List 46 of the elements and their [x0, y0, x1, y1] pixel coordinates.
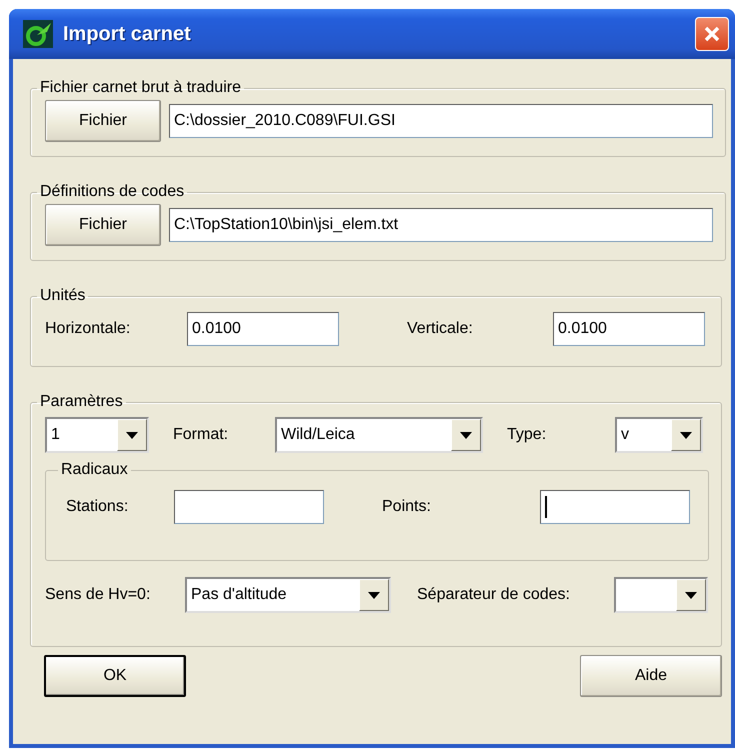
field-label: Points: [381, 498, 432, 516]
dropdown-arrow-icon [685, 592, 697, 598]
dropdown-value: v [620, 426, 630, 444]
window-title: Import carnet [63, 22, 192, 46]
dropdown[interactable]: Pas d'altitude [185, 577, 391, 613]
dropdown-value: 1 [50, 426, 61, 444]
dropdown-value: Wild/Leica [280, 426, 356, 444]
dropdown-arrow-icon [368, 592, 380, 598]
dropdown-button[interactable] [359, 579, 389, 611]
dropdown[interactable]: Wild/Leica [275, 417, 483, 453]
text-field[interactable] [174, 490, 324, 524]
field-label: Séparateur de codes: [416, 586, 571, 604]
dropdown-arrow-icon [126, 432, 138, 438]
dropdown-button[interactable] [676, 579, 706, 611]
ok-button[interactable]: OK [44, 655, 186, 697]
field-label: Verticale: [406, 320, 474, 338]
file-button[interactable]: Fichier [45, 100, 161, 142]
field-label: Sens de Hv=0: [45, 586, 152, 604]
dropdown-button[interactable] [117, 419, 147, 451]
group-label: Unités [39, 287, 86, 305]
dropdown-button[interactable] [451, 419, 481, 451]
close-icon [703, 25, 721, 43]
help-button[interactable]: Aide [580, 655, 722, 697]
dropdown-arrow-icon [680, 432, 692, 438]
group-label: Paramètres [39, 393, 124, 411]
dropdown[interactable]: 1 [45, 417, 149, 453]
group-label: Fichier carnet brut à traduire [39, 79, 242, 97]
close-button[interactable] [695, 17, 729, 51]
field-label: Type: [506, 426, 548, 444]
field-label: Format: [172, 426, 230, 444]
dropdown[interactable]: v [615, 417, 703, 453]
field-label: Stations: [66, 498, 130, 516]
unit-field[interactable]: 0.0100 [553, 312, 705, 346]
text-field[interactable] [540, 490, 690, 524]
group-label: Radicaux [60, 461, 129, 479]
app-logo-icon [23, 20, 53, 48]
path-field[interactable]: C:\TopStation10\bin\jsi_elem.txt [169, 208, 713, 242]
dropdown-button[interactable] [671, 419, 701, 451]
field-label: Horizontale: [45, 320, 132, 338]
path-field[interactable]: C:\dossier_2010.C089\FUI.GSI [169, 104, 713, 138]
dropdown[interactable] [614, 577, 708, 613]
file-button[interactable]: Fichier [45, 204, 161, 246]
group-label: Définitions de codes [39, 183, 186, 201]
dropdown-arrow-icon [460, 432, 472, 438]
dropdown-value: Pas d'altitude [190, 586, 288, 604]
unit-field[interactable]: 0.0100 [187, 312, 339, 346]
